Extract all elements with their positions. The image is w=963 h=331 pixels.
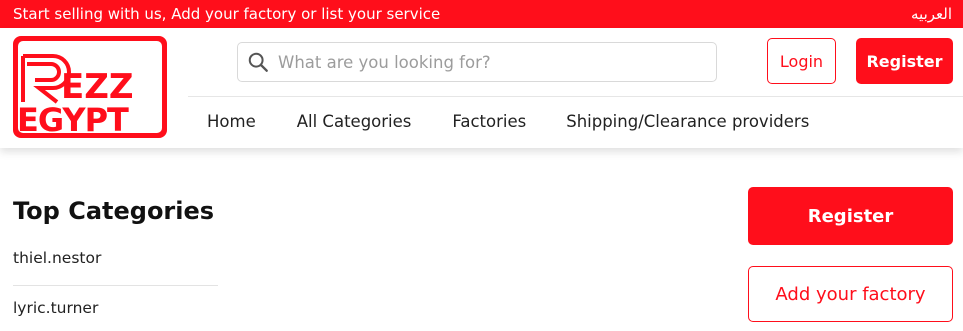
svg-text:EGYPT: EGYPT [17, 101, 129, 138]
nav-item-all-categories[interactable]: All Categories [297, 112, 412, 132]
main-nav: Home All Categories Factories Shipping/C… [207, 112, 809, 132]
search-icon[interactable] [247, 51, 269, 73]
top-categories-title: Top Categories [13, 197, 215, 225]
category-list: thiel.nestor lyric.turner [13, 236, 218, 331]
search-input[interactable] [278, 43, 708, 81]
rezz-egypt-logo-icon: EZZ EGYPT [13, 36, 167, 139]
register-button[interactable]: Register [856, 38, 953, 84]
category-item[interactable]: lyric.turner [13, 286, 218, 331]
start-selling-link[interactable]: Start selling with us, Add your factory … [13, 5, 440, 23]
add-factory-button[interactable]: Add your factory [748, 266, 953, 322]
nav-item-home[interactable]: Home [207, 112, 256, 132]
nav-item-shipping-clearance[interactable]: Shipping/Clearance providers [566, 112, 809, 132]
nav-item-factories[interactable]: Factories [452, 112, 526, 132]
nav-divider [188, 96, 963, 97]
top-announcement-bar: Start selling with us, Add your factory … [0, 0, 963, 28]
sidebar-register-button[interactable]: Register [748, 187, 953, 245]
category-item[interactable]: thiel.nestor [13, 236, 218, 286]
search-bar [237, 42, 717, 82]
login-button[interactable]: Login [767, 38, 836, 84]
language-switch-link[interactable]: العربيه [911, 5, 952, 23]
site-header: EZZ EGYPT Login Register Home All Catego… [0, 28, 963, 148]
site-logo[interactable]: EZZ EGYPT [13, 36, 167, 139]
